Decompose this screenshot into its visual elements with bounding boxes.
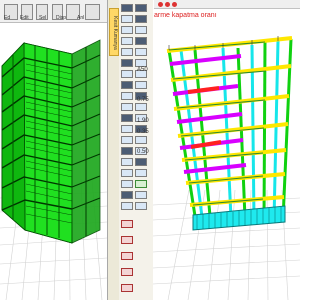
palette-tool-1[interactable] <box>121 4 133 12</box>
status-dot-1 <box>158 2 163 7</box>
ruler-value-5: 0.50 <box>137 149 149 155</box>
palette-tool-42[interactable] <box>121 268 133 276</box>
palette-tool-23[interactable] <box>121 125 133 133</box>
frame-model[interactable] <box>166 36 293 231</box>
palette-tool-6[interactable] <box>135 26 147 34</box>
palette-tool-3[interactable] <box>121 15 133 23</box>
ruler-value-2: 0.75 <box>137 97 149 103</box>
palette-tool-20[interactable] <box>135 103 147 111</box>
palette-tool-40[interactable] <box>121 236 133 244</box>
palette-tool-16[interactable] <box>135 81 147 89</box>
palette-tool-34[interactable] <box>135 180 147 188</box>
palette-tool-39[interactable] <box>121 220 133 228</box>
palette-tool-41[interactable] <box>121 252 133 260</box>
palette-tool-26[interactable] <box>135 136 147 144</box>
palette-tool-19[interactable] <box>121 103 133 111</box>
palette-tool-33[interactable] <box>121 180 133 188</box>
palette-tool-15[interactable] <box>121 81 133 89</box>
ruler-value-4: 0.35 <box>137 129 149 135</box>
palette-tool-10[interactable] <box>135 48 147 56</box>
left-3d-view[interactable]: Ed Edit Sel Disp Anl <box>0 0 107 300</box>
status-dot-2 <box>165 2 170 7</box>
left-model-canvas <box>0 39 107 300</box>
palette-tool-5[interactable] <box>121 26 133 34</box>
palette-tool-21[interactable] <box>121 114 133 122</box>
palette-tool-8[interactable] <box>135 37 147 45</box>
palette-tool-13[interactable] <box>121 70 133 78</box>
palette-tool-2[interactable] <box>135 4 147 12</box>
palette-tool-27[interactable] <box>121 147 133 155</box>
palette-tool-29[interactable] <box>121 158 133 166</box>
right-model-canvas <box>153 36 300 300</box>
palette-tool-11[interactable] <box>121 59 133 67</box>
palette-tool-30[interactable] <box>135 158 147 166</box>
palette-tool-35[interactable] <box>121 191 133 199</box>
right-3d-view[interactable] <box>153 0 300 300</box>
palette-tool-4[interactable] <box>135 15 147 23</box>
green-building-model[interactable] <box>1 39 101 244</box>
ruler-value-1: A50 <box>137 67 148 73</box>
palette-tool-43[interactable] <box>121 284 133 292</box>
status-dot-3 <box>172 2 177 7</box>
palette-tool-31[interactable] <box>121 169 133 177</box>
palette-tool-9[interactable] <box>121 48 133 56</box>
right-view-title: arme kapatma oranı <box>154 12 217 19</box>
right-view-header <box>154 0 300 9</box>
palette-tool-25[interactable] <box>121 136 133 144</box>
kesit-kumanya-tab[interactable]: Kesit Kumanya <box>109 8 119 56</box>
palette-tool-36[interactable] <box>135 191 147 199</box>
palette-tool-37[interactable] <box>121 202 133 210</box>
palette-tool-32[interactable] <box>135 169 147 177</box>
palette-tool-17[interactable] <box>121 92 133 100</box>
palette-tool-38[interactable] <box>135 202 147 210</box>
palette-tool-7[interactable] <box>121 37 133 45</box>
ruler-value-3: 1.90 <box>137 118 149 124</box>
